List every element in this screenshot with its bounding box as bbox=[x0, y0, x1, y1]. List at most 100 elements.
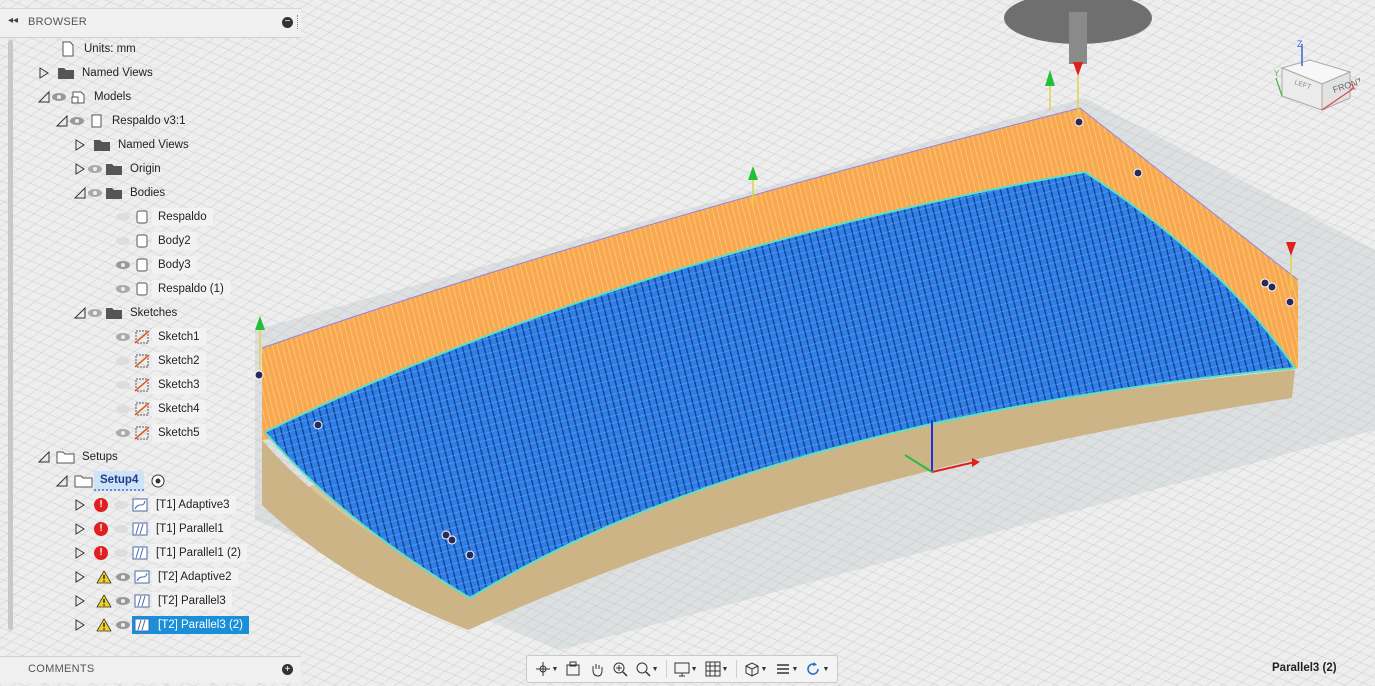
eye-icon[interactable] bbox=[114, 259, 132, 271]
add-comment-button[interactable]: + bbox=[282, 664, 293, 675]
tree-item-op-parallel1-2[interactable]: ! [T1] Parallel1 (2) bbox=[74, 542, 248, 564]
pan-button[interactable] bbox=[589, 661, 605, 677]
expand-icon[interactable] bbox=[74, 139, 86, 151]
collapse-tree-icon[interactable] bbox=[56, 475, 68, 487]
tree-label: Models bbox=[94, 91, 132, 103]
tree-label: Setup4 bbox=[94, 471, 145, 491]
viewcube-axis-x: X bbox=[1350, 82, 1356, 92]
eye-icon[interactable] bbox=[114, 595, 132, 607]
body-icon bbox=[132, 256, 152, 274]
tree-item-op-adaptive2[interactable]: [T2] Adaptive2 bbox=[74, 566, 238, 588]
zoom-window-button[interactable]: ▼ bbox=[635, 661, 659, 677]
folder-icon bbox=[104, 304, 124, 322]
expand-icon[interactable] bbox=[38, 67, 50, 79]
browser-scrollbar[interactable] bbox=[8, 40, 13, 630]
tree-item-sketches[interactable]: Sketches bbox=[74, 302, 183, 324]
operation-icon bbox=[130, 520, 150, 538]
eye-hidden-icon[interactable] bbox=[114, 211, 132, 223]
tree-label: Bodies bbox=[130, 187, 166, 199]
expand-icon[interactable] bbox=[74, 523, 86, 535]
component-icon bbox=[68, 88, 88, 106]
tree-item-sketch5[interactable]: Sketch5 bbox=[114, 422, 206, 444]
tree-item-respaldo-v3[interactable]: Respaldo v3:1 bbox=[56, 110, 192, 132]
expand-icon[interactable] bbox=[74, 163, 86, 175]
tree-item-respaldo-1[interactable]: Respaldo (1) bbox=[114, 278, 230, 300]
panel-grip[interactable] bbox=[297, 15, 300, 29]
tree-item-op-adaptive3[interactable]: ! [T1] Adaptive3 bbox=[74, 494, 236, 516]
view-cube-settings-button[interactable]: ▼ bbox=[744, 661, 767, 677]
tree-item-sketch3[interactable]: Sketch3 bbox=[114, 374, 206, 396]
tree-label: Respaldo v3:1 bbox=[112, 115, 186, 127]
eye-icon[interactable] bbox=[114, 571, 132, 583]
zoom-icon bbox=[613, 662, 628, 677]
zoom-button[interactable] bbox=[612, 661, 628, 677]
comments-panel[interactable]: COMMENTS + bbox=[0, 656, 301, 683]
collapse-tree-icon[interactable] bbox=[74, 307, 86, 319]
tree-item-sketch4[interactable]: Sketch4 bbox=[114, 398, 206, 420]
eye-hidden-icon[interactable] bbox=[114, 379, 132, 391]
tree-item-setup4[interactable]: Setup4 bbox=[56, 470, 168, 492]
activate-setup-icon[interactable] bbox=[148, 472, 168, 490]
tree-label: Named Views bbox=[82, 67, 153, 79]
eye-icon[interactable] bbox=[50, 91, 68, 103]
collapse-tree-icon[interactable] bbox=[56, 115, 68, 127]
tree-item-body3[interactable]: Body3 bbox=[114, 254, 197, 276]
section-analysis-button[interactable]: ▼ bbox=[775, 661, 798, 677]
eye-hidden-icon[interactable] bbox=[114, 235, 132, 247]
expand-icon[interactable] bbox=[74, 571, 86, 583]
expand-icon[interactable] bbox=[74, 499, 86, 511]
eye-hidden-icon[interactable] bbox=[112, 523, 130, 535]
sketch-icon bbox=[132, 400, 152, 418]
collapse-icon[interactable]: ◂◂ bbox=[8, 15, 18, 26]
tree-item-op-parallel3-2[interactable]: [T2] Parallel3 (2) bbox=[74, 614, 250, 636]
view-cube[interactable]: FRONT LEFT Z X Y bbox=[1270, 38, 1360, 114]
tree-item-models[interactable]: Models bbox=[38, 86, 137, 108]
zoom-window-icon bbox=[636, 662, 651, 677]
grid-icon bbox=[705, 661, 721, 677]
eye-icon[interactable] bbox=[114, 331, 132, 343]
collapse-tree-icon[interactable] bbox=[38, 91, 50, 103]
eye-icon[interactable] bbox=[68, 115, 86, 127]
viewcube-axis-y: Y bbox=[1274, 69, 1280, 78]
eye-hidden-icon[interactable] bbox=[114, 355, 132, 367]
tree-item-op-parallel3[interactable]: [T2] Parallel3 bbox=[74, 590, 232, 612]
tree-item-named-views-2[interactable]: Named Views bbox=[74, 134, 195, 156]
document-icon bbox=[58, 40, 78, 58]
tree-item-body2[interactable]: Body2 bbox=[114, 230, 197, 252]
collapse-tree-icon[interactable] bbox=[38, 451, 50, 463]
tree-item-setups[interactable]: Setups bbox=[38, 446, 124, 468]
browser-title: BROWSER bbox=[28, 16, 87, 28]
tree-item-op-parallel1[interactable]: ! [T1] Parallel1 bbox=[74, 518, 230, 540]
eye-icon[interactable] bbox=[114, 283, 132, 295]
tree-label: [T1] Parallel1 (2) bbox=[150, 544, 248, 562]
tree-label: Respaldo bbox=[152, 208, 213, 226]
eye-icon[interactable] bbox=[114, 619, 132, 631]
grid-settings-button[interactable]: ▼ bbox=[705, 661, 728, 677]
eye-icon[interactable] bbox=[86, 307, 104, 319]
tree-label: Named Views bbox=[118, 139, 189, 151]
expand-icon[interactable] bbox=[74, 595, 86, 607]
tree-item-bodies[interactable]: Bodies bbox=[74, 182, 171, 204]
minimize-browser-button[interactable]: − bbox=[282, 17, 293, 28]
eye-icon[interactable] bbox=[86, 187, 104, 199]
operation-icon bbox=[132, 616, 152, 634]
eye-icon[interactable] bbox=[114, 427, 132, 439]
tree-item-body-respaldo[interactable]: Respaldo bbox=[114, 206, 213, 228]
expand-icon[interactable] bbox=[74, 547, 86, 559]
look-at-button[interactable] bbox=[565, 661, 581, 677]
tree-item-sketch1[interactable]: Sketch1 bbox=[114, 326, 206, 348]
eye-hidden-icon[interactable] bbox=[112, 499, 130, 511]
folder-icon bbox=[104, 160, 124, 178]
orbit-tool-button[interactable]: ▼ bbox=[535, 661, 558, 677]
tree-item-units[interactable]: Units: mm bbox=[58, 38, 142, 60]
collapse-tree-icon[interactable] bbox=[74, 187, 86, 199]
refresh-button[interactable]: ▼ bbox=[805, 661, 829, 677]
eye-hidden-icon[interactable] bbox=[114, 403, 132, 415]
tree-item-origin[interactable]: Origin bbox=[74, 158, 167, 180]
eye-hidden-icon[interactable] bbox=[112, 547, 130, 559]
expand-icon[interactable] bbox=[74, 619, 86, 631]
tree-item-sketch2[interactable]: Sketch2 bbox=[114, 350, 206, 372]
display-settings-button[interactable]: ▼ bbox=[674, 661, 698, 677]
eye-icon[interactable] bbox=[86, 163, 104, 175]
tree-item-named-views[interactable]: Named Views bbox=[38, 62, 159, 84]
